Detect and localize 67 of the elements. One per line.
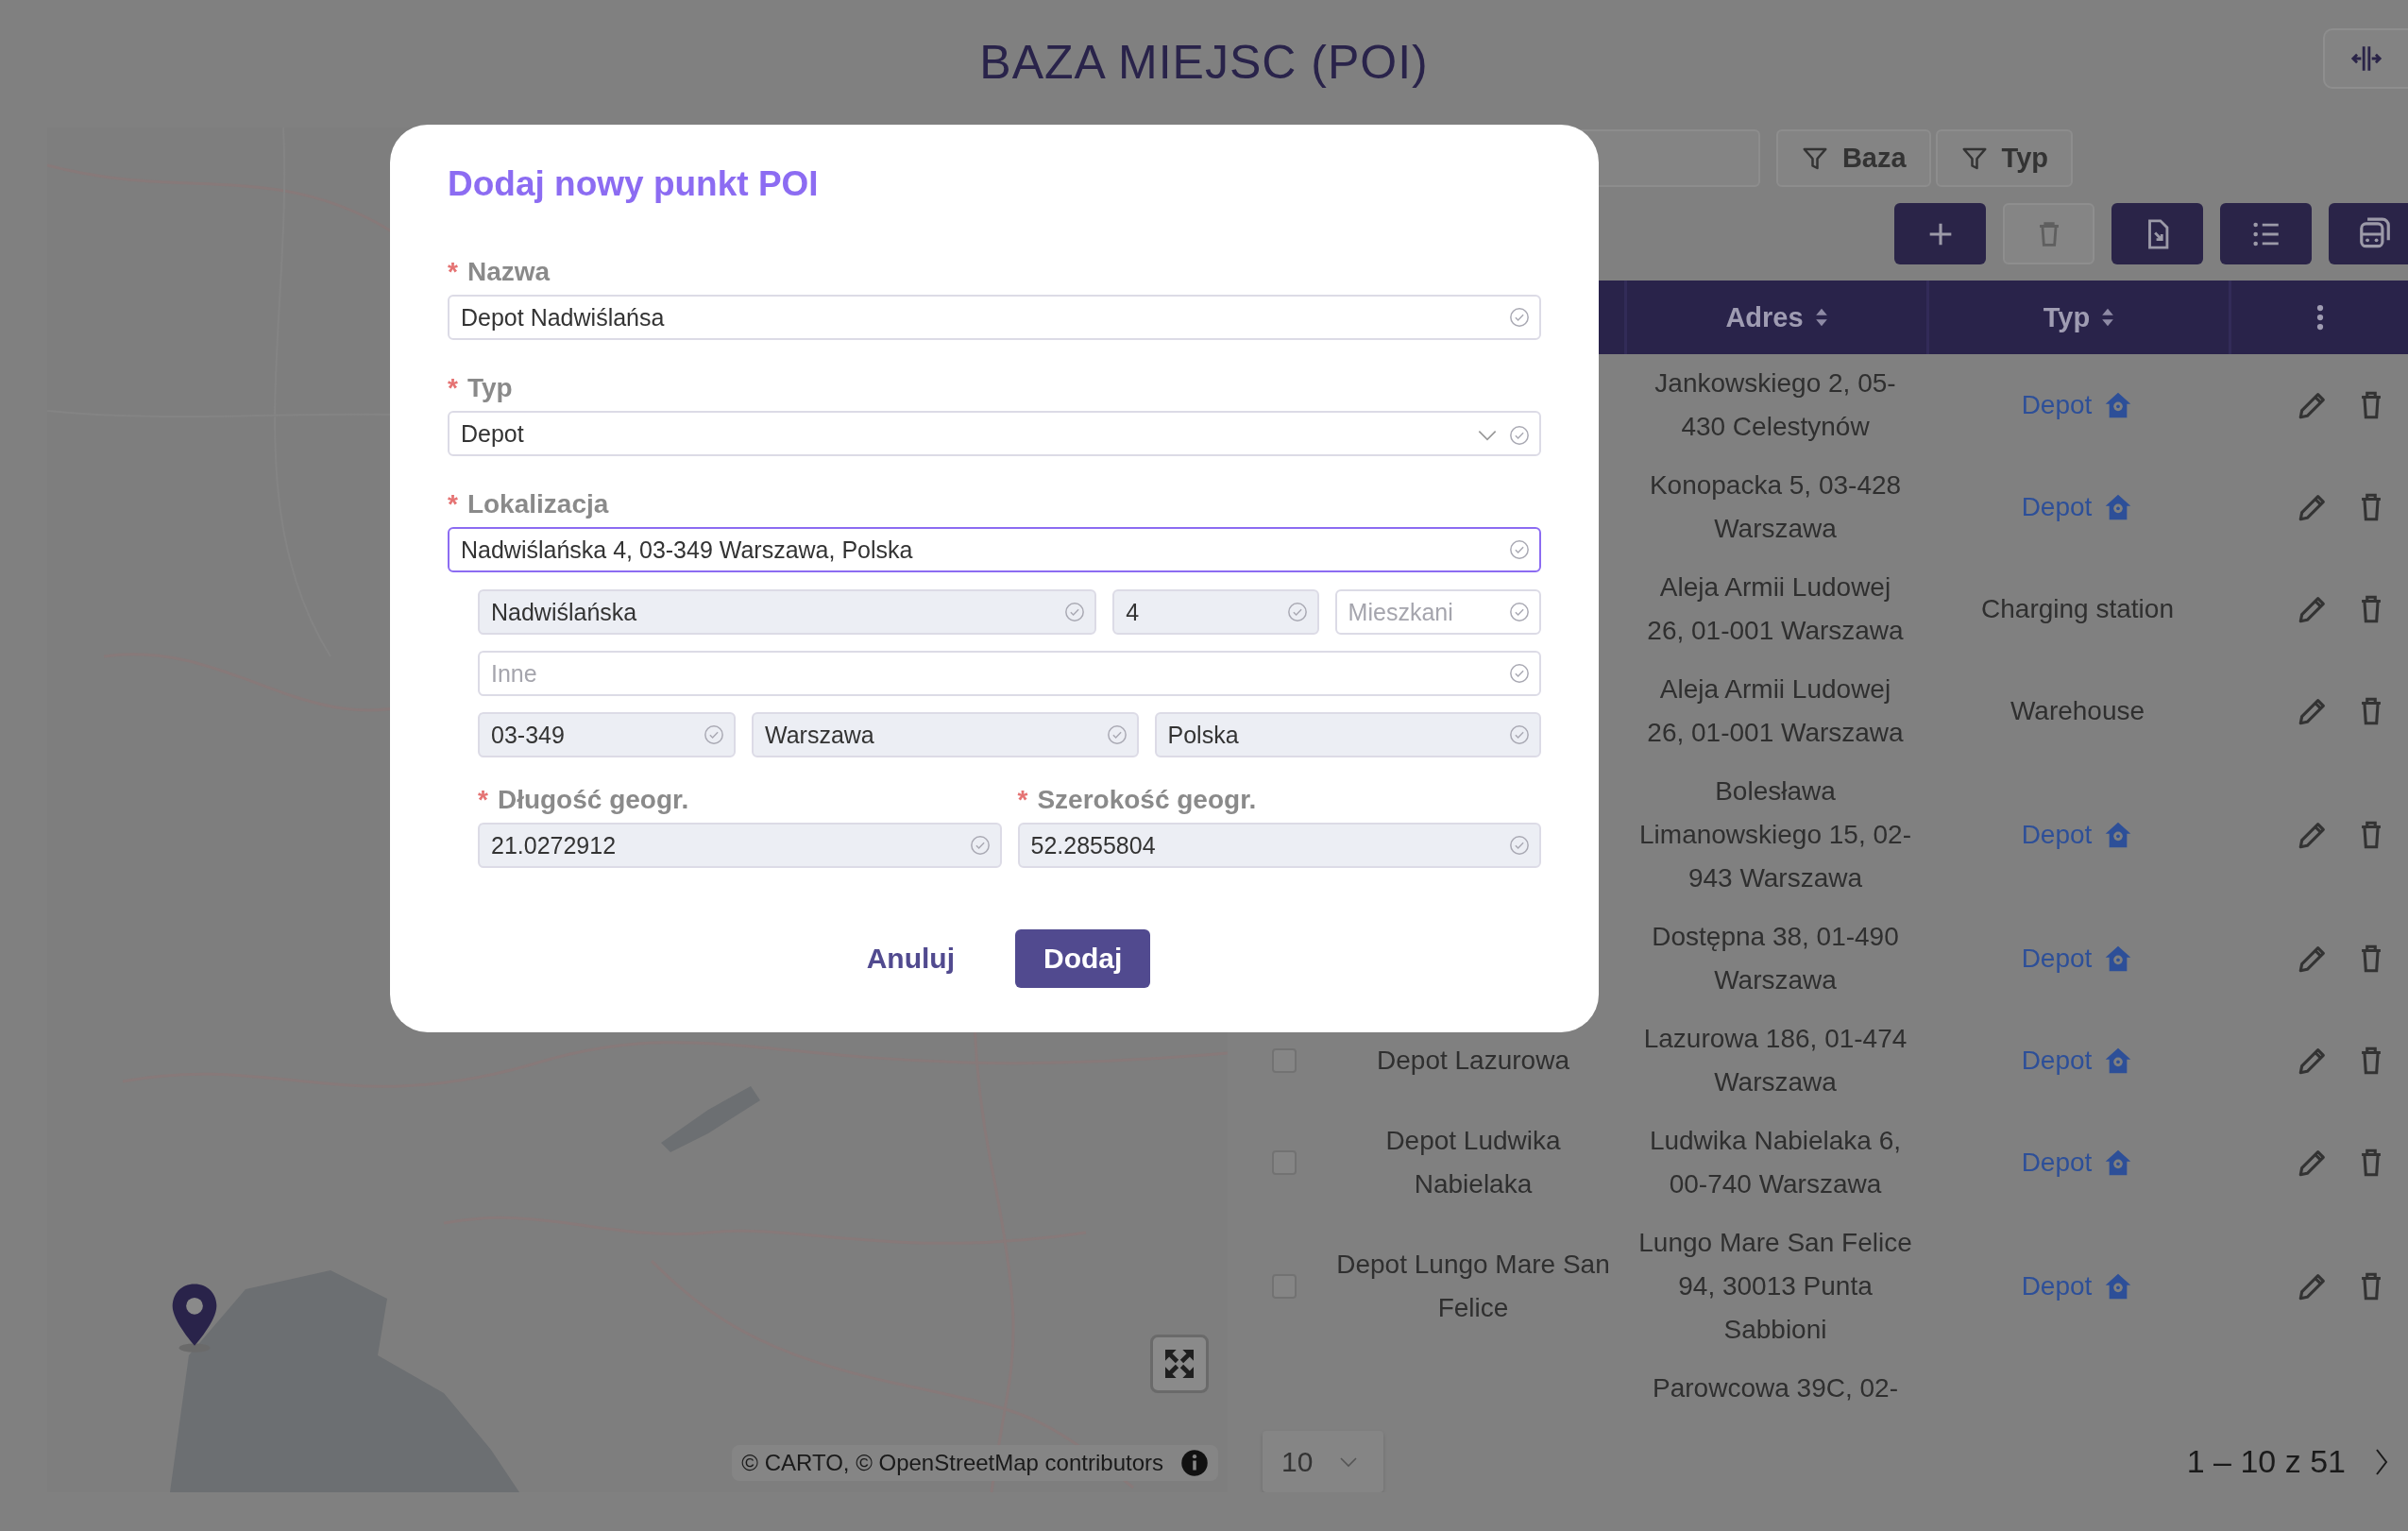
required-mark: *	[448, 489, 458, 519]
check-circle-icon	[1106, 724, 1128, 745]
table-cell-text: Warehouse	[2009, 695, 2145, 727]
required-mark: *	[1017, 785, 1028, 815]
field-label: Długość geogr.	[497, 785, 689, 815]
field-label: Szerokość geogr.	[1037, 785, 1257, 815]
kebab-menu-icon[interactable]	[2315, 303, 2324, 332]
submit-button[interactable]: Dodaj	[1015, 929, 1151, 988]
table-cell-text: Ludwika Nabielaka 6, 00-740 Warszawa	[1649, 1125, 1902, 1200]
sort-icon[interactable]	[1814, 306, 1828, 329]
select-field[interactable]: Depot	[448, 411, 1541, 456]
cancel-button[interactable]: Anuluj	[838, 929, 983, 988]
table-cell-text: Lungo Mare San Felice 94, 30013 Punta Sabbioni	[1638, 1227, 1912, 1346]
required-mark: *	[448, 373, 458, 403]
page-range: 1 – 10 z 51	[2186, 1443, 2346, 1480]
dialog-title: Dodaj nowy punkt POI	[448, 164, 820, 205]
page-title: BAZA MIEJSC (POI)	[979, 34, 1429, 90]
check-circle-icon	[704, 724, 724, 745]
input-field[interactable]: Inne	[478, 651, 1541, 696]
plus-button[interactable]	[1894, 203, 1986, 264]
input-field[interactable]: Depot Nadwiślańsa	[448, 295, 1541, 340]
required-mark: *	[448, 257, 458, 287]
table-cell-text: Parowcowa 39C, 02-	[1653, 1372, 1898, 1403]
list-button[interactable]	[2220, 203, 2312, 264]
field-label: Lokalizacja	[466, 489, 609, 519]
input-field[interactable]: Warszawa	[752, 712, 1139, 757]
fullscreen-button[interactable]	[1150, 1335, 1209, 1393]
input-field[interactable]: 4	[1112, 589, 1319, 635]
table-cell-text: Dostępna 38, 01-490 Warszawa	[1652, 921, 1899, 996]
input-field[interactable]: Nadwiślańska 4, 03-349 Warszawa, Polska	[448, 527, 1541, 572]
check-circle-icon	[1286, 602, 1308, 622]
table-cell-text: Aleja Armii Ludowej 26, 01-001 Warszawa	[1647, 673, 1904, 749]
check-circle-icon	[1509, 539, 1530, 560]
check-circle-icon	[1509, 307, 1530, 328]
file-button[interactable]	[2111, 203, 2203, 264]
check-circle-icon	[1509, 602, 1530, 622]
required-mark: *	[478, 785, 488, 815]
input-field[interactable]: Polska	[1154, 712, 1541, 757]
input-field[interactable]: 03-349	[478, 712, 736, 757]
input-field[interactable]: 52.2855804	[1017, 823, 1541, 868]
column-header[interactable]: Typ	[1926, 281, 2229, 354]
bus-button[interactable]	[2329, 203, 2408, 264]
input-field[interactable]: Nadwiślańska	[478, 589, 1097, 635]
field-label: Nazwa	[466, 257, 551, 287]
table-cell-text: Depot Ludwika Nabielaka	[1385, 1125, 1561, 1200]
check-circle-icon	[1509, 425, 1530, 446]
check-circle-icon	[969, 835, 991, 856]
table-cell-text: Depot Lazurowa	[1377, 1045, 1569, 1077]
table-cell-text: Jankowskiego 2, 05- 430 Celestynów	[1654, 367, 1896, 443]
check-circle-icon	[1509, 724, 1530, 745]
input-field[interactable]: Mieszkani	[1334, 589, 1541, 635]
table-cell-text: Bolesława Limanowskiego 15, 02- 943 Warszawa	[1639, 775, 1911, 894]
info-icon[interactable]	[1180, 1449, 1209, 1477]
check-circle-icon	[1509, 663, 1530, 684]
check-circle-icon	[1509, 835, 1530, 856]
column-header[interactable]: Adres	[1624, 281, 1926, 354]
table-cell-text: Lazurowa 186, 01-474 Warszawa	[1643, 1023, 1908, 1098]
table-cell-text: Depot Lungo Mare San Felice	[1336, 1249, 1610, 1324]
input-field[interactable]: 21.0272912	[478, 823, 1002, 868]
table-cell-text: Aleja Armii Ludowej 26, 01-001 Warszawa	[1647, 571, 1904, 647]
field-label: Typ	[466, 373, 513, 403]
map-attribution: © CARTO, © OpenStreetMap contributors	[741, 1450, 1163, 1476]
table-cell-text: Charging station	[1981, 593, 2174, 625]
table-cell-text: Konopacka 5, 03-428 Warszawa	[1649, 469, 1902, 545]
split-view-button[interactable]	[2323, 28, 2408, 89]
sort-icon[interactable]	[2101, 306, 2115, 329]
check-circle-icon	[1064, 602, 1086, 622]
